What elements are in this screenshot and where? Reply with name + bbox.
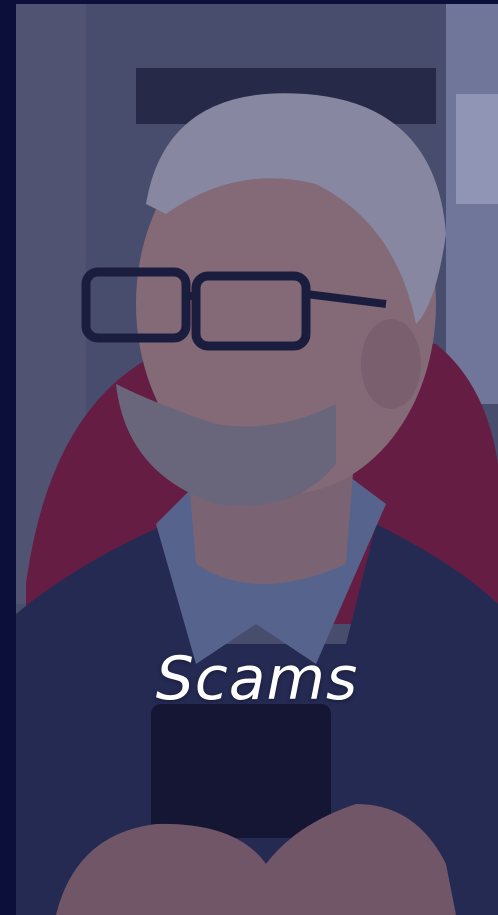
left-border — [0, 0, 16, 915]
color-overlay — [16, 4, 498, 915]
scams-category-card[interactable]: Scams — [16, 4, 498, 915]
card-title: Scams — [155, 644, 359, 714]
